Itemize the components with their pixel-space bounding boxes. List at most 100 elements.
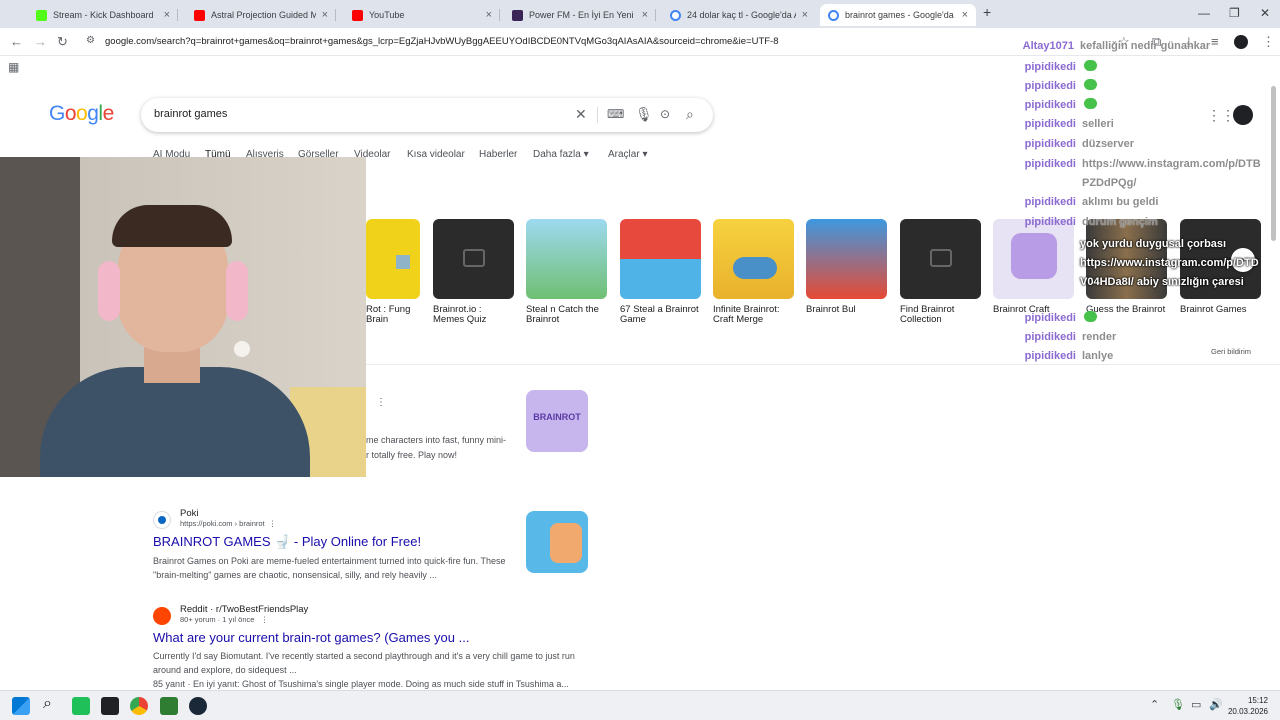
google-icon [828, 9, 839, 21]
site-info-icon[interactable]: ⚙ [86, 35, 95, 46]
chat-message: pipidikedi [1000, 79, 1097, 92]
game-card[interactable]: Steal n Catch the Brainrot [526, 219, 607, 325]
close-icon[interactable]: × [322, 9, 328, 21]
tray-chevron-icon[interactable]: ⌃ [1150, 698, 1159, 711]
google-logo[interactable]: Google [49, 102, 114, 126]
game-card[interactable]: Infinite Brainrot: Craft Merge [713, 219, 794, 325]
result-meta[interactable]: 80+ yorum · 1 yıl önce ⋮ [180, 615, 593, 624]
tab-title: brainrot games - Google'da Ara [845, 10, 956, 20]
close-window-icon[interactable]: ✕ [1260, 6, 1270, 20]
tab-youtube[interactable]: YouTube × [344, 4, 500, 26]
tab-title: Power FM - En İyi En Yeni M [529, 10, 636, 20]
result-site-name: Poki [180, 508, 199, 519]
person-shirt [40, 367, 310, 477]
game-card-label: Find Brainrot Collection [900, 304, 955, 325]
apps-grid-icon[interactable]: ▦ [8, 60, 19, 74]
tab-short-videos[interactable]: Kısa videolar [407, 149, 465, 160]
kick-icon [36, 9, 47, 21]
steam-icon[interactable] [189, 697, 207, 715]
microphone-icon[interactable]: 🎙 [635, 106, 653, 123]
date-text: 20.03.2026 [1227, 707, 1268, 716]
emote-icon [1084, 60, 1097, 71]
chat-message: pipidikedi aklımı bu geldi [1024, 196, 1159, 208]
tab-brainrot-search[interactable]: brainrot games - Google'da Ara × [820, 4, 976, 26]
search-result: Poki https://poki.com › brainrot ⋮ BRAIN… [153, 508, 523, 582]
tab-kick-dashboard[interactable]: Stream - Kick Dashboard × [28, 4, 178, 26]
reload-icon[interactable]: ↻ [57, 34, 68, 50]
tab-more[interactable]: Daha fazla ▾ [533, 149, 589, 160]
clear-icon[interactable]: ✕ [575, 106, 587, 123]
result-title-link[interactable]: BRAINROT GAMES 🚽 - Play Online for Free! [153, 534, 523, 550]
game-card[interactable]: Find Brainrot Collection [900, 219, 981, 325]
game-card-label: Infinite Brainrot: Craft Merge [713, 304, 780, 325]
close-icon[interactable]: × [642, 9, 648, 21]
result-url[interactable]: https://poki.com › brainrot ⋮ [180, 519, 523, 528]
headphones [98, 261, 120, 321]
address-text: google.com/search?q=brainrot+games&oq=br… [105, 36, 779, 47]
game-card[interactable]: 67 Steal a Brainrot Game [620, 219, 701, 325]
emote-icon [1084, 311, 1097, 322]
highlighted-chat-message: yok yurdu duygusal çorbası https://www.i… [1080, 238, 1259, 288]
search-input[interactable]: brainrot games [154, 108, 227, 120]
game-thumbnail [806, 219, 887, 299]
tab-title: YouTube [369, 10, 405, 20]
search-result: Reddit · r/TwoBestFriendsPlay 80+ yorum … [153, 604, 593, 690]
chrome-icon[interactable] [130, 697, 148, 715]
address-bar[interactable]: ⚙ google.com/search?q=brainrot+games&oq=… [80, 31, 1020, 53]
chat-message: pipidikedi selleri [1024, 118, 1114, 130]
game-thumbnail [620, 219, 701, 299]
chat-message: pipidikedi [1000, 98, 1097, 111]
game-card-label: Steal n Catch the Brainrot [526, 304, 599, 325]
time-text: 15:12 [1247, 696, 1268, 705]
back-icon[interactable]: ← [10, 34, 23, 49]
chat-message: pipidikedi [1000, 311, 1097, 324]
result-thumbnail[interactable]: BRAINROT [526, 390, 588, 452]
game-card-label: Rot : Fung Brain [366, 304, 411, 325]
search-box[interactable]: brainrot games ✕ ⌨ 🎙 ⊙ ⌕ [141, 98, 713, 132]
close-icon[interactable]: × [164, 9, 170, 21]
chat-message: pipidikedi durum gençim [1024, 216, 1158, 228]
restore-icon[interactable]: ❐ [1229, 6, 1240, 20]
game-thumbnail [713, 219, 794, 299]
tab-news[interactable]: Haberler [479, 149, 517, 160]
close-icon[interactable]: × [962, 9, 968, 21]
reddit-favicon-icon [153, 607, 171, 625]
tab-title: Stream - Kick Dashboard [53, 10, 154, 20]
keyboard-icon[interactable]: ⌨ [607, 107, 624, 121]
start-icon[interactable] [12, 697, 30, 715]
game-card-label: Brainrot Bul [806, 304, 856, 315]
lens-icon[interactable]: ⊙ [660, 107, 670, 121]
display-icon[interactable]: ▭ [1191, 698, 1201, 711]
epic-games-icon[interactable] [101, 697, 119, 715]
stream-chat-overlay: Altay1071 kefalliğin nedir günahkar pipid… [1000, 38, 1280, 368]
clock[interactable]: 15:12 20.03.2026 [1226, 695, 1268, 717]
close-icon[interactable]: × [802, 9, 808, 21]
more-options-icon[interactable]: ⋮ [376, 397, 386, 408]
forward-icon[interactable]: → [34, 34, 47, 49]
chat-message: Altay1071 kefalliğin nedir günahkar [1022, 40, 1211, 52]
poki-favicon-icon [153, 511, 171, 529]
tab-tools[interactable]: Araçlar ▾ [608, 149, 648, 160]
streaming-app-icon[interactable] [160, 697, 178, 715]
volume-icon[interactable]: 🔊 [1209, 698, 1223, 711]
result-title-link[interactable]: What are your current brain-rot games? (… [153, 630, 593, 645]
tab-title: 24 dolar kaç tl - Google'da Ara [687, 10, 796, 20]
result-site-name: Reddit · r/TwoBestFriendsPlay [180, 604, 309, 615]
microphone-icon[interactable]: 🎙 [1171, 698, 1185, 711]
tab-dolar-search[interactable]: 24 dolar kaç tl - Google'da Ara × [662, 4, 816, 26]
emote-icon [1084, 98, 1097, 109]
tab-title: Astral Projection Guided M [211, 10, 316, 20]
tab-astral-projection[interactable]: Astral Projection Guided M × [186, 4, 336, 26]
new-tab-button[interactable]: + [983, 4, 991, 20]
game-card[interactable]: Rot : Fung Brain [366, 219, 420, 325]
result-thumbnail[interactable] [526, 511, 588, 573]
tab-power-fm[interactable]: Power FM - En İyi En Yeni M × [504, 4, 656, 26]
game-card[interactable]: Brainrot Bul [806, 219, 887, 315]
search-icon[interactable]: ⌕ [43, 695, 52, 713]
search-icon[interactable]: ⌕ [686, 106, 694, 123]
close-icon[interactable]: × [486, 9, 492, 21]
chat-message: pipidikedi lanlye [1024, 350, 1114, 362]
minimize-icon[interactable]: — [1198, 6, 1210, 20]
kick-app-icon[interactable] [72, 697, 90, 715]
game-card[interactable]: Brainrot.io : Memes Quiz [433, 219, 514, 325]
